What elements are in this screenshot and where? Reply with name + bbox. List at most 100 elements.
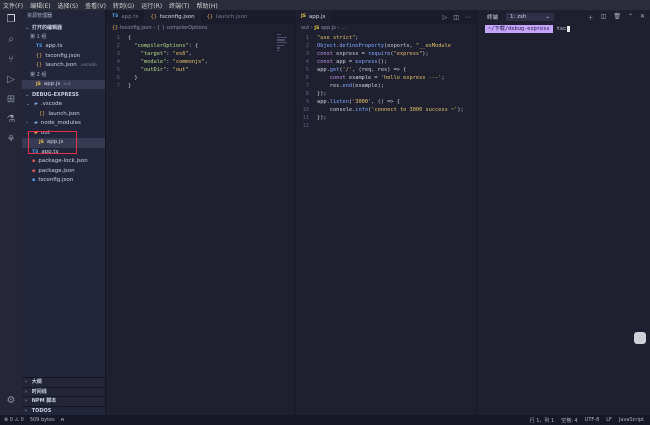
editor-tab[interactable]: {} launch.json [201,10,254,24]
open-editor-item[interactable]: {} launch.json .vscode [22,61,105,71]
code-token: ; [355,35,359,41]
settings-gear-icon[interactable]: ⚙ [5,395,17,407]
line-number: 6 [305,75,309,81]
split-terminal-icon[interactable]: ◫ [601,13,607,22]
breadcrumb-more[interactable]: ... [341,25,346,31]
minimap[interactable] [277,34,291,64]
breadcrumb-file[interactable]: app.js [321,25,336,31]
code-token: express [355,59,378,65]
line-number: 9 [305,99,309,105]
code-token: } [128,83,132,89]
open-editor-path: .vscode [79,63,98,68]
open-editor-item[interactable]: TS app.ts [22,42,105,52]
npm-file-icon: ▪ [32,167,36,174]
code-token: console. [317,107,356,113]
editor-tabs-left: TS app.ts{} tsconfig.json{} launch.json [106,10,294,24]
editor-group-1: 第 1 组 [30,34,47,40]
project-header[interactable]: ⌄ DEBUG-EXPRESS [22,90,105,100]
code-token: Object [317,43,337,49]
timeline-section[interactable]: › 时间线 [22,386,106,397]
tree-folder-vscode[interactable]: ⌄ ▰ .vscode [22,100,105,110]
source-control-icon[interactable]: ⑂ [5,54,17,66]
terminal-prompt-line[interactable]: ~/下载/debug-express tsc [477,25,650,33]
tab-label: tsconfig.json [159,14,195,20]
menu-item[interactable]: 编辑(E) [30,1,50,10]
code-token: "module" [140,59,167,65]
terminal-tab[interactable]: 终端 [487,13,498,21]
more-actions-icon[interactable]: ⋯ [465,14,471,21]
menu-item[interactable]: 终端(T) [169,1,189,10]
open-editor-item[interactable]: {} tsconfig.json [22,52,105,62]
tab-label: app.ts [121,14,139,20]
code-line: 5 app. get('/', (req, res) => { [295,66,476,74]
editor-tab[interactable]: TS app.ts [106,10,144,24]
testing-icon[interactable]: ⚗ [5,114,17,126]
menu-item[interactable]: 选择(S) [58,1,79,10]
close-icon[interactable]: ✕ [640,13,645,22]
open-editor-item[interactable]: JS app.js out [22,79,105,89]
open-editor-label: app.ts [45,43,63,49]
files-icon[interactable]: ❐ [5,14,17,26]
tree-file-tsconfig[interactable]: ▪ tsconfig.json [22,176,105,186]
code-token: "out" [172,67,189,73]
minimap-line [277,50,279,52]
code-token: "compilerOptions" [134,43,189,49]
js-file-icon: JS [301,14,306,19]
menu-item[interactable]: 运行(R) [141,1,162,10]
code-token: info [355,107,369,113]
status-item[interactable]: JavaScript [619,417,644,423]
section-label: 大纲 [31,379,42,385]
breadcrumb-folder[interactable]: out [301,25,309,31]
terminal-shell-select[interactable]: 1: zsh ⌄ [506,13,555,21]
open-editors-header[interactable]: ⌄ 打开的编辑器 [22,23,105,33]
status-item[interactable]: UTF-8 [585,417,600,423]
trash-icon[interactable]: 🗑 [613,13,621,22]
code-token: 'hello express ---' [380,75,442,81]
tree-label: package.json [38,167,75,174]
code-line: 3 "target": "es6", [106,50,294,58]
run-debug-icon[interactable]: ▷ [5,74,17,86]
line-number: 3 [305,51,309,57]
status-item[interactable]: 行 1，列 1 [530,417,555,424]
todos-section[interactable]: › TODOS [22,405,106,416]
menu-item[interactable]: 帮助(H) [196,1,217,10]
code-editor-right[interactable]: 1 "use strict"; 2 Object. defineProperty (exp… [295,33,476,130]
floating-assistant-icon[interactable] [634,332,646,344]
line-number: 7 [305,83,309,89]
json-file-icon: {} [206,14,214,20]
status-right: 行 1，列 1 空格: 4 UTF-8 LF JavaScript [530,417,650,424]
code-editor-left[interactable]: 1{2 "compilerOptions": {3 "target": "es6… [106,33,294,90]
breadcrumb-symbol[interactable]: { } compilerOptions [157,25,208,31]
tree-file-package-lock[interactable]: ▪ package-lock.json [22,157,105,167]
menu-item[interactable]: 查看(V) [85,1,106,10]
outline-section[interactable]: › 大纲 [22,377,106,387]
terminal-command: tsc [556,26,567,32]
line-number: 1 [116,35,120,41]
split-editor-icon[interactable]: ◫ [453,14,459,21]
run-icon[interactable]: ▷ [443,14,448,21]
line-number: 4 [116,59,120,65]
breadcrumb-file[interactable]: tsconfig.json [120,25,152,31]
tree-folder-node-modules[interactable]: › ▰ node_modules [22,119,105,129]
menu-item[interactable]: 文件(F) [3,1,23,10]
extensions-icon[interactable]: ⊞ [5,94,17,106]
bell-icon[interactable]: ⍾ [61,417,64,423]
maximize-icon[interactable]: ⌃ [628,13,633,22]
search-icon[interactable]: ⌕ [5,34,17,46]
status-item[interactable]: LF [606,417,612,423]
tree-file-launch-json[interactable]: {} launch.json [22,110,105,120]
tree-file-package-json[interactable]: ▪ package.json [22,167,105,177]
tab-label: launch.json [216,14,248,20]
code-token: '/' [342,67,353,73]
menu-item[interactable]: 转到(G) [113,1,134,10]
line-number: 5 [116,67,120,73]
code-token: example = [345,75,381,81]
npm-scripts-section[interactable]: › NPM 脚本 [22,396,106,406]
status-item[interactable]: 空格: 4 [561,417,577,424]
problems-indicator[interactable]: ⊗ 0 ⚠ 0 [4,417,24,423]
editor-tab[interactable]: JS app.js [295,10,332,24]
remote-icon[interactable]: ⚘ [5,134,17,146]
new-terminal-icon[interactable]: ＋ [588,13,594,22]
editor-tab[interactable]: {} tsconfig.json [144,10,201,24]
